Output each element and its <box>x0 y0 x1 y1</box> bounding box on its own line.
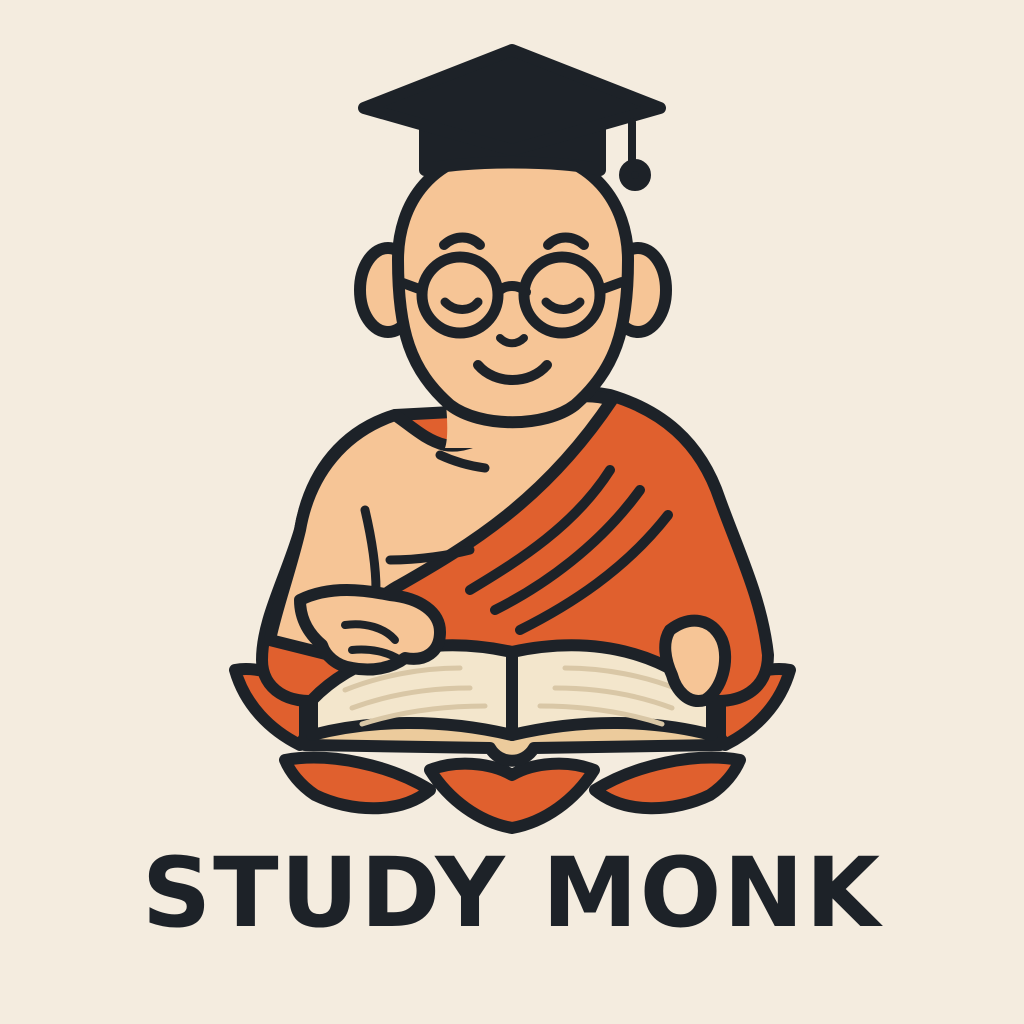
lotus-petal-left-lower <box>279 751 436 815</box>
logo-canvas: STUDY MONK <box>0 0 1024 1024</box>
cap-board <box>358 44 666 156</box>
graduation-cap-icon <box>358 44 666 191</box>
monk-right-hand <box>659 614 732 707</box>
lotus-petal-right-lower <box>589 751 746 815</box>
lotus-petal-center <box>424 757 600 834</box>
brand-wordmark: STUDY MONK <box>141 837 883 949</box>
cap-tassel <box>619 159 651 191</box>
